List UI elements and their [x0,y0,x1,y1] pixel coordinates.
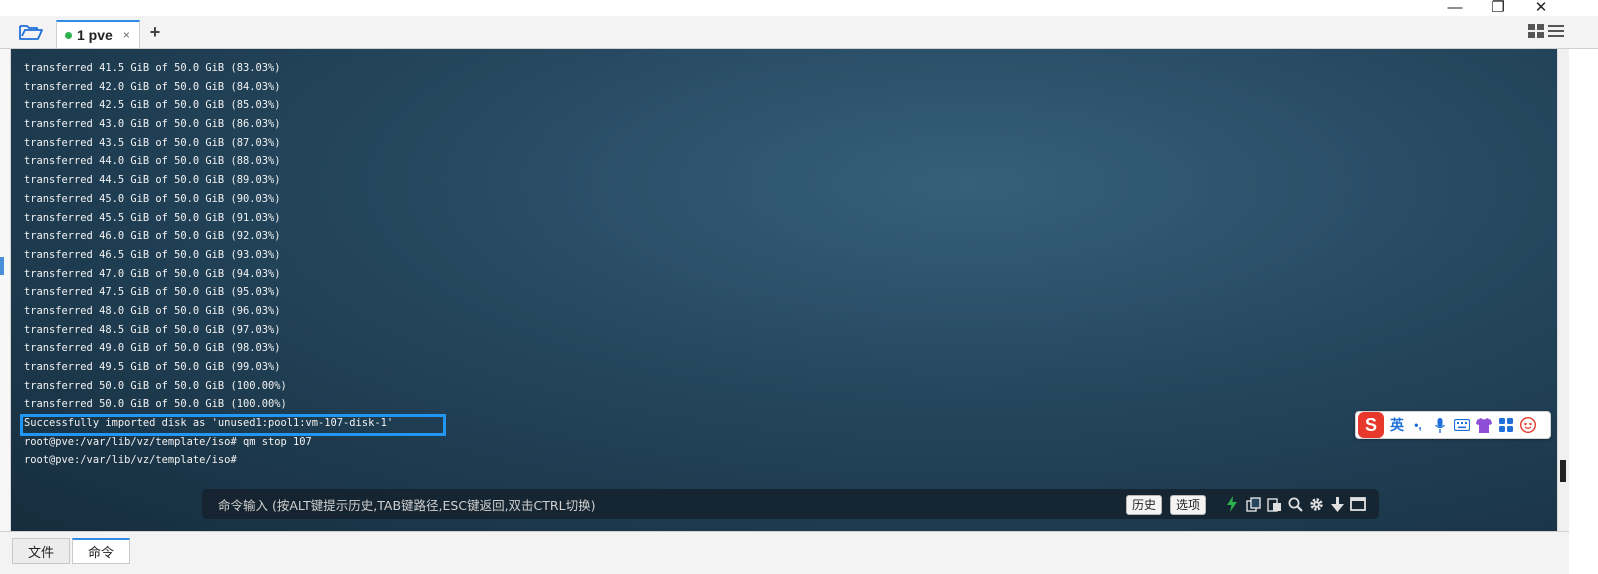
window-caption-bar: — ❐ ✕ [0,0,1598,16]
terminal-line: transferred 41.5 GiB of 50.0 GiB (83.03%… [24,62,281,74]
tab-label: 1 pve [77,27,113,43]
highlight-box [20,414,446,436]
terminal-line: transferred 44.5 GiB of 50.0 GiB (89.03%… [24,174,281,187]
search-icon[interactable] [1287,495,1303,513]
open-session-folder-button[interactable] [14,20,48,44]
grid-layout-icon[interactable] [1528,24,1544,43]
settings-gear-icon[interactable] [1308,495,1324,513]
terminal-output[interactable]: transferred 41.5 GiB of 50.0 GiB (83.03%… [11,49,1557,531]
bottom-panel: 文件 命令 [0,531,1569,574]
terminal-lines: transferred 41.5 GiB of 50.0 GiB (83.03%… [24,59,393,470]
terminal-line: transferred 45.5 GiB of 50.0 GiB (91.03%… [24,211,281,224]
menu-icon[interactable] [1548,24,1564,43]
scrollbar-thumb[interactable] [1560,460,1566,482]
terminal-line: transferred 42.0 GiB of 50.0 GiB (84.03%… [24,80,281,93]
microphone-icon[interactable] [1432,417,1448,433]
terminal-line: transferred 49.5 GiB of 50.0 GiB (99.03%… [24,361,281,373]
lightning-icon[interactable] [1224,495,1240,513]
terminal-line: transferred 50.0 GiB of 50.0 GiB (100.00… [24,398,287,411]
ssh-client-window: — ❐ ✕ 1 pve × + transferred 41.5 GiB of … [0,0,1598,574]
left-panel-edge[interactable] [0,49,11,533]
terminal-line: transferred 47.5 GiB of 50.0 GiB (95.03%… [24,286,281,299]
keyboard-icon[interactable] [1454,417,1470,433]
terminal-line: root@pve:/var/lib/vz/template/iso# [24,454,237,467]
close-tab-icon[interactable]: × [123,28,130,42]
terminal-line: transferred 46.5 GiB of 50.0 GiB (93.03%… [24,248,281,261]
terminal-line: transferred 47.0 GiB of 50.0 GiB (94.03%… [24,267,281,280]
add-tab-button[interactable]: + [146,22,164,42]
ime-toolbar: S 英 •, [1355,411,1551,439]
terminal-line: transferred 49.0 GiB of 50.0 GiB (98.03%… [24,342,281,355]
folder-icon [19,25,43,40]
skin-shirt-icon[interactable] [1476,417,1492,433]
terminal-line: transferred 48.5 GiB of 50.0 GiB (97.03%… [24,323,281,336]
right-edge-panel [1569,49,1598,574]
copy-icon[interactable] [1245,495,1261,513]
restore-button[interactable]: ❐ [1481,0,1515,16]
command-input-bar: 历史 选项 [202,489,1379,521]
terminal-line: transferred 43.5 GiB of 50.0 GiB (87.03%… [24,136,281,149]
punctuation-toggle[interactable]: •, [1410,417,1426,433]
ime-logo[interactable]: S [1358,412,1384,438]
toolbox-grid-icon[interactable] [1498,417,1514,433]
terminal-line: transferred 42.5 GiB of 50.0 GiB (85.03%… [24,99,281,112]
paste-icon[interactable] [1266,495,1282,513]
terminal-line: transferred 48.0 GiB of 50.0 GiB (96.03%… [24,304,281,317]
ime-language-toggle[interactable]: 英 [1390,415,1404,435]
terminal-line: transferred 50.0 GiB of 50.0 GiB (100.00… [24,379,287,392]
command-input[interactable] [216,489,1120,521]
tab-commands[interactable]: 命令 [72,538,130,564]
terminal-line: transferred 43.0 GiB of 50.0 GiB (86.03%… [24,118,281,131]
mascot-face-icon[interactable] [1520,417,1536,433]
options-button[interactable]: 选项 [1170,495,1207,515]
arrow-down-icon[interactable] [1329,495,1345,513]
tab-session-pve[interactable]: 1 pve × [56,20,140,48]
terminal-line: transferred 44.0 GiB of 50.0 GiB (88.03%… [24,155,281,168]
close-window-button[interactable]: ✕ [1524,0,1558,16]
tab-files[interactable]: 文件 [12,538,70,564]
layout-controls [1528,24,1564,43]
terminal-line: transferred 45.0 GiB of 50.0 GiB (90.03%… [24,192,281,205]
history-button[interactable]: 历史 [1126,495,1163,515]
maximize-icon[interactable] [1350,495,1366,513]
session-tab-bar: 1 pve × + [0,16,1598,49]
terminal-line: transferred 46.0 GiB of 50.0 GiB (92.03%… [24,230,281,243]
command-bar-tools [1224,495,1366,513]
connection-status-dot [65,31,72,39]
left-panel-marker [0,257,4,275]
minimize-button[interactable]: — [1438,0,1472,16]
